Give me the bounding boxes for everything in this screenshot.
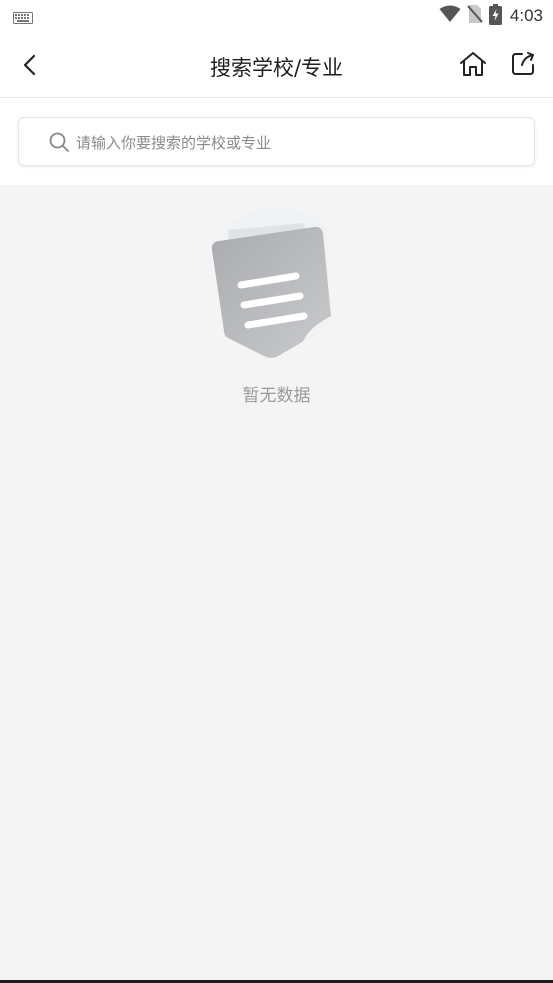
- empty-message: 暂无数据: [242, 386, 311, 406]
- search-input[interactable]: 请输入你要搜索的学校或专业: [18, 117, 535, 166]
- search-placeholder: 请输入你要搜索的学校或专业: [76, 134, 272, 152]
- battery-charging-icon: [488, 3, 502, 29]
- share-button[interactable]: [507, 50, 539, 82]
- home-button[interactable]: [457, 50, 489, 82]
- document-illustration-icon: [196, 190, 356, 365]
- wifi-icon: [439, 5, 461, 27]
- search-icon: [48, 131, 70, 153]
- clock: 4:03: [509, 6, 543, 25]
- keyboard-icon: [13, 9, 33, 28]
- no-sim-icon: [467, 4, 483, 28]
- status-bar: 4:03: [0, 0, 553, 32]
- share-icon: [510, 51, 536, 81]
- search-section: 请输入你要搜索的学校或专业: [0, 98, 553, 185]
- app-header: 搜索学校/专业: [0, 32, 553, 98]
- home-icon: [459, 51, 487, 81]
